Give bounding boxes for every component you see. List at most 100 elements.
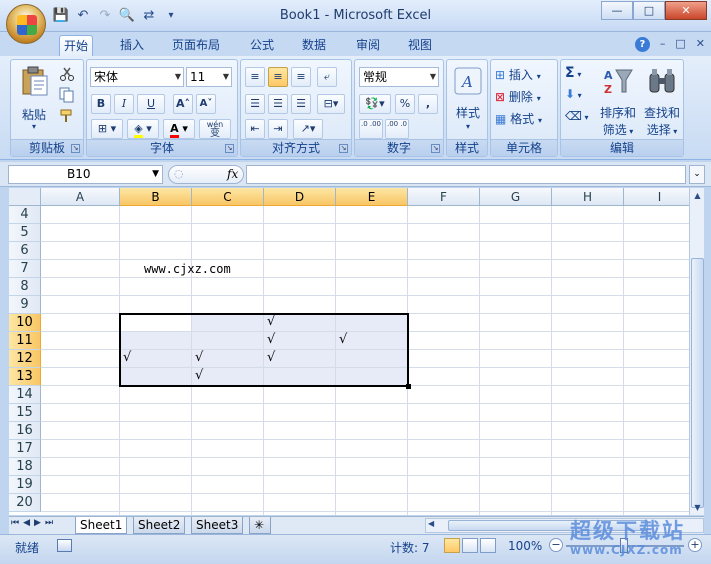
scissors-icon[interactable] bbox=[59, 66, 75, 82]
row-header-13[interactable]: 13 bbox=[9, 368, 41, 386]
scroll-up-icon[interactable]: ▲ bbox=[691, 188, 704, 203]
italic-button[interactable]: I bbox=[114, 94, 134, 114]
column-header-b[interactable]: B bbox=[120, 188, 192, 206]
percent-button[interactable]: % bbox=[395, 94, 415, 114]
tab-data[interactable]: 数据 bbox=[298, 35, 330, 57]
alignment-launcher-icon[interactable]: ↘ bbox=[339, 144, 348, 153]
row-header-8[interactable]: 8 bbox=[9, 278, 41, 296]
ribbon-close-icon[interactable]: ✕ bbox=[696, 37, 705, 52]
row-header-10[interactable]: 10 bbox=[9, 314, 41, 332]
row-header-20[interactable]: 20 bbox=[9, 494, 41, 512]
fill-color-button[interactable]: ◈ ▾ bbox=[127, 119, 159, 139]
number-launcher-icon[interactable]: ↘ bbox=[431, 144, 440, 153]
first-sheet-icon[interactable]: ⏮ bbox=[11, 518, 19, 528]
row-header-14[interactable]: 14 bbox=[9, 386, 41, 404]
row-header-7[interactable]: 7 bbox=[9, 260, 41, 278]
row-header-6[interactable]: 6 bbox=[9, 242, 41, 260]
horizontal-scroll-thumb[interactable] bbox=[448, 520, 648, 531]
delete-cells-button[interactable]: ⊠ 删除 ▾ bbox=[494, 87, 554, 105]
align-right-button[interactable]: ☰ bbox=[291, 94, 311, 114]
merge-center-button[interactable]: ⊟▾ bbox=[317, 94, 345, 114]
row-header-12[interactable]: 12 bbox=[9, 350, 41, 368]
format-cells-button[interactable]: ▦ 格式 ▾ bbox=[494, 109, 554, 127]
bold-button[interactable]: B bbox=[91, 94, 111, 114]
fill-button[interactable]: ⬇ ▾ bbox=[564, 86, 594, 104]
close-button[interactable]: ✕ bbox=[665, 1, 707, 20]
row-header-19[interactable]: 19 bbox=[9, 476, 41, 494]
insert-function-button[interactable]: fx bbox=[227, 167, 238, 181]
align-middle-button[interactable]: ≡ bbox=[268, 67, 288, 87]
row-header-16[interactable]: 16 bbox=[9, 422, 41, 440]
row-header-15[interactable]: 15 bbox=[9, 404, 41, 422]
column-header-h[interactable]: H bbox=[552, 188, 624, 206]
comma-button[interactable]: , bbox=[418, 94, 438, 114]
zoom-level[interactable]: 100% bbox=[508, 539, 542, 553]
copy-icon[interactable] bbox=[59, 87, 75, 103]
column-header-i[interactable]: I bbox=[624, 188, 689, 206]
number-format-combo[interactable]: 常规 ▼ bbox=[359, 67, 439, 87]
prev-sheet-icon[interactable]: ◀ bbox=[23, 518, 30, 528]
scroll-down-icon[interactable]: ▼ bbox=[691, 500, 704, 515]
brush-icon[interactable] bbox=[59, 108, 75, 124]
styles-button[interactable]: A 样式 ▾ bbox=[449, 63, 485, 137]
column-header-d[interactable]: D bbox=[264, 188, 336, 206]
row-header-5[interactable]: 5 bbox=[9, 224, 41, 242]
tab-page-layout[interactable]: 页面布局 bbox=[168, 35, 224, 57]
decrease-decimal-button[interactable]: .00 .0 bbox=[385, 119, 409, 139]
tab-home[interactable]: 开始 bbox=[59, 35, 94, 57]
insert-sheet-button[interactable]: ✳ bbox=[249, 517, 271, 534]
currency-button[interactable]: 💱▾ bbox=[359, 94, 391, 114]
expand-formula-bar-icon[interactable]: ⌄ bbox=[689, 165, 705, 184]
office-button[interactable] bbox=[6, 4, 46, 44]
minimize-button[interactable]: — bbox=[601, 1, 633, 20]
zoom-in-button[interactable]: + bbox=[688, 538, 702, 552]
horizontal-scrollbar[interactable]: ◀ bbox=[425, 518, 704, 533]
sort-filter-button[interactable]: A Z 排序和 筛选 ▾ bbox=[597, 63, 637, 137]
font-name-combo[interactable]: 宋体 ▼ bbox=[90, 67, 184, 87]
insert-cells-button[interactable]: ⊞ 插入 ▾ bbox=[494, 65, 554, 83]
sheet-tab-2[interactable]: Sheet2 bbox=[133, 517, 186, 534]
decrease-indent-button[interactable]: ⇤ bbox=[245, 119, 265, 139]
ribbon-minimize-icon[interactable]: – bbox=[660, 37, 666, 52]
worksheet-grid[interactable]: A B C D E F G H I 4 5 6 7 8 9 10 11 12 13 14 15 16 17 18 19 20 www… bbox=[9, 188, 689, 515]
fill-handle[interactable] bbox=[406, 384, 411, 389]
phonetic-button[interactable]: wén 变 bbox=[199, 119, 231, 139]
macro-record-icon[interactable] bbox=[57, 539, 72, 552]
align-top-button[interactable]: ≡ bbox=[245, 67, 265, 87]
align-center-button[interactable]: ☰ bbox=[268, 94, 288, 114]
cell-b7[interactable]: www.cjxz.com bbox=[144, 262, 231, 276]
next-sheet-icon[interactable]: ▶ bbox=[34, 518, 41, 528]
scroll-left-icon[interactable]: ◀ bbox=[428, 519, 434, 528]
row-header-18[interactable]: 18 bbox=[9, 458, 41, 476]
help-icon[interactable]: ? bbox=[634, 37, 650, 52]
formula-input[interactable] bbox=[246, 165, 686, 184]
select-all-button[interactable] bbox=[9, 188, 41, 206]
autosum-button[interactable]: Σ ▾ bbox=[564, 64, 594, 82]
vertical-scroll-thumb[interactable] bbox=[691, 258, 704, 508]
row-header-4[interactable]: 4 bbox=[9, 206, 41, 224]
last-sheet-icon[interactable]: ⏭ bbox=[45, 518, 53, 528]
align-bottom-button[interactable]: ≡ bbox=[291, 67, 311, 87]
shrink-font-button[interactable]: A˅ bbox=[196, 94, 216, 114]
row-header-17[interactable]: 17 bbox=[9, 440, 41, 458]
row-header-11[interactable]: 11 bbox=[9, 332, 41, 350]
name-box[interactable]: B10 ▼ bbox=[8, 165, 163, 184]
vertical-scrollbar[interactable]: ▲ ▼ bbox=[689, 188, 704, 515]
sheet-tab-1[interactable]: Sheet1 bbox=[75, 517, 128, 534]
clipboard-launcher-icon[interactable]: ↘ bbox=[71, 144, 80, 153]
tab-view[interactable]: 视图 bbox=[404, 35, 436, 57]
column-header-g[interactable]: G bbox=[480, 188, 552, 206]
borders-button[interactable]: ⊞ ▾ bbox=[91, 119, 123, 139]
column-header-f[interactable]: F bbox=[408, 188, 480, 206]
font-size-combo[interactable]: 11 ▼ bbox=[186, 67, 232, 87]
clear-button[interactable]: ⌫ ▾ bbox=[564, 108, 594, 126]
orientation-button[interactable]: ↗▾ bbox=[293, 119, 323, 139]
normal-view-icon[interactable] bbox=[444, 538, 460, 553]
row-header-9[interactable]: 9 bbox=[9, 296, 41, 314]
zoom-out-button[interactable]: − bbox=[549, 538, 563, 552]
increase-indent-button[interactable]: ⇥ bbox=[268, 119, 288, 139]
font-launcher-icon[interactable]: ↘ bbox=[225, 144, 234, 153]
zoom-slider-thumb[interactable] bbox=[620, 538, 628, 553]
column-header-c[interactable]: C bbox=[192, 188, 264, 206]
ribbon-restore-icon[interactable]: □ bbox=[675, 37, 685, 52]
